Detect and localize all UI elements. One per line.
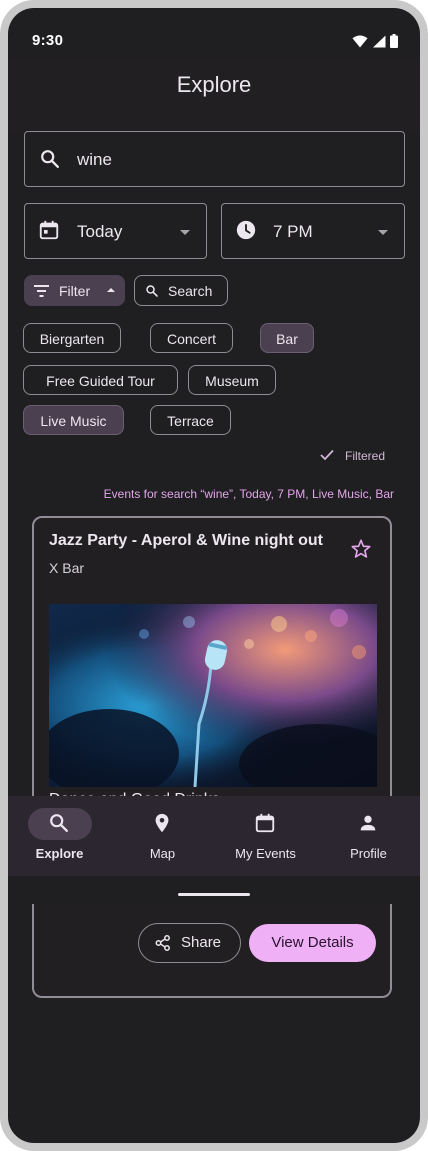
nav-map-label: Map: [149, 846, 176, 861]
filter-label: Filter: [59, 283, 91, 299]
gesture-area: [8, 876, 420, 904]
nav-explore[interactable]: Explore: [8, 796, 111, 876]
gesture-handle[interactable]: [178, 893, 250, 896]
chip-free-guided-tour[interactable]: Free Guided Tour: [23, 365, 178, 395]
search-button[interactable]: Search: [134, 275, 228, 306]
chip-bar[interactable]: Bar: [260, 323, 314, 353]
date-value: Today: [77, 222, 123, 241]
battery-icon: [390, 34, 398, 48]
check-icon: [320, 449, 334, 464]
person-icon: [357, 812, 379, 839]
event-venue: X Bar: [49, 560, 85, 576]
bottom-navigation: Explore Map My Events Profile: [8, 796, 420, 876]
chevron-up-icon: [107, 288, 115, 292]
chevron-down-icon: [180, 230, 190, 235]
search-field[interactable]: wine: [24, 131, 405, 187]
time-value: 7 PM: [273, 222, 313, 241]
chip-biergarten[interactable]: Biergarten: [23, 323, 121, 353]
share-icon: [155, 935, 171, 955]
nav-my-events-label: My Events: [235, 846, 296, 861]
nav-explore-label: Explore: [35, 846, 84, 861]
view-details-button[interactable]: View Details: [249, 924, 376, 962]
event-title: Jazz Party - Aperol & Wine night out: [49, 532, 323, 549]
nav-my-events[interactable]: My Events: [214, 796, 317, 876]
search-icon: [145, 284, 159, 301]
search-summary: Events for search “wine”, Today, 7 PM, L…: [103, 487, 394, 501]
nav-profile-label: Profile: [350, 846, 387, 861]
search-icon: [39, 148, 61, 175]
chip-museum[interactable]: Museum: [188, 365, 276, 395]
chip-concert[interactable]: Concert: [150, 323, 233, 353]
search-value[interactable]: wine: [77, 150, 112, 170]
search-icon: [48, 812, 70, 839]
status-bar: 9:30: [8, 8, 420, 60]
event-image: [49, 604, 377, 787]
map-pin-icon: [151, 812, 173, 839]
signal-icon: [373, 35, 386, 47]
chevron-down-icon: [378, 230, 388, 235]
status-icons: [352, 34, 398, 48]
calendar-icon: [38, 219, 60, 246]
clock-icon: [235, 219, 257, 246]
nav-profile[interactable]: Profile: [317, 796, 420, 876]
filter-button[interactable]: Filter: [24, 275, 125, 306]
wifi-icon: [352, 34, 368, 47]
page-title: Explore: [176, 72, 252, 97]
date-dropdown[interactable]: Today: [24, 203, 207, 259]
time-dropdown[interactable]: 7 PM: [221, 203, 405, 259]
phone-screen: 9:30 Explore wine Today 7 PM Filter Sear…: [8, 8, 420, 1143]
star-icon[interactable]: [350, 538, 372, 565]
microphone-photo: [49, 604, 377, 787]
calendar-icon: [254, 812, 276, 839]
share-label: Share: [181, 934, 222, 951]
search-button-label: Search: [168, 283, 213, 299]
filter-icon: [34, 284, 49, 300]
chip-live-music[interactable]: Live Music: [23, 405, 124, 435]
nav-map[interactable]: Map: [111, 796, 214, 876]
share-button[interactable]: Share: [138, 923, 241, 963]
chip-terrace[interactable]: Terrace: [150, 405, 231, 435]
filtered-label: Filtered: [345, 449, 386, 463]
status-time: 9:30: [32, 32, 64, 49]
